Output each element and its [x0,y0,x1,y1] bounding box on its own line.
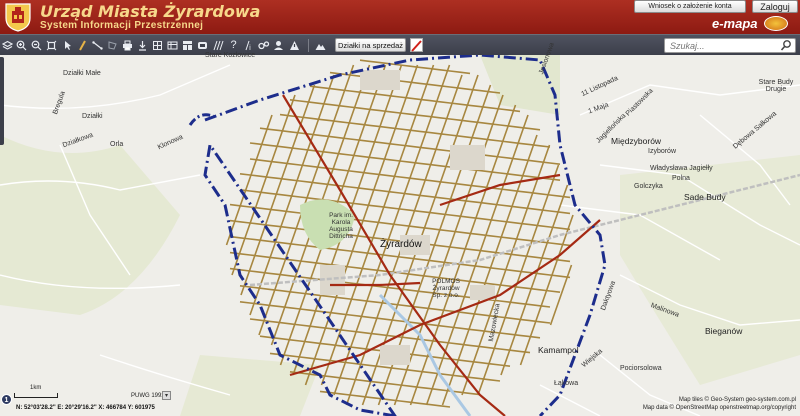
save-icon[interactable] [136,38,149,52]
pointer-icon[interactable] [61,38,74,52]
info-button[interactable]: 1 [1,394,12,405]
coordinates-readout: N: 52°03'28.2" E: 20°29'16.2" X: 466784 … [16,405,155,411]
measure-line-icon[interactable] [91,38,104,52]
map-toolbar: ? i Działki na sprzedaż [0,34,800,55]
help-icon[interactable]: ? [227,38,240,52]
hatch-icon[interactable] [212,38,225,52]
label-wladyslawa: Władysława Jagiełły [650,165,713,172]
city-crest-logo [5,3,31,32]
label-polmos: POLMOS Żyrardów Sp. z o.o. [432,278,460,299]
side-panel-toggle[interactable] [0,57,4,145]
map-canvas [0,55,800,416]
pen-icon[interactable] [76,38,89,52]
label-dzialki-male: Działki Małe [63,70,101,77]
label-zyrardow: Żyrardów [380,239,422,250]
emapa-brand: e-mapa [712,16,758,31]
apply-account-button[interactable]: Wniosek o założenie konta [634,0,746,13]
label-stare-budy: Stare Budy Drugie [758,79,794,93]
map-view[interactable]: Stare Kozłowice Działki Małe Działki Bre… [0,42,800,416]
label-kamampol: Kamampol [538,345,579,355]
label-izyborow: Izyborów [648,148,677,155]
tools-icon[interactable] [257,38,270,52]
layers-icon[interactable] [1,38,14,52]
label-dzialki: Działki [82,113,103,120]
plots-for-sale-button[interactable]: Działki na sprzedaż [335,38,406,52]
table-icon[interactable] [181,38,194,52]
label-bieganow: Bieganów [705,326,743,336]
label-orla: Orla [110,141,124,148]
credits-tiles: Map tiles © Geo-System geo-system.com.pl [678,397,796,403]
zoom-extent-icon[interactable] [45,38,58,52]
label-miedzyborow: Międzyborów [611,136,662,146]
login-button[interactable]: Zaloguj [752,0,798,13]
label-park: Park im. Karola Augusta Dittricha [329,212,353,240]
scale-bar [14,393,58,398]
layers-panel-icon[interactable] [272,38,285,52]
label-lakowa: Łąkowa [554,380,579,387]
print-icon[interactable] [121,38,134,52]
label-stare-kozlowice: Stare Kozłowice [205,52,256,59]
measure-area-icon[interactable] [106,38,119,52]
search-input[interactable] [670,40,778,52]
app-header: Urząd Miasta Żyrardowa System Informacji… [0,0,800,34]
credits-data: Map data © OpenStreetMap openstreetmap.o… [642,405,796,411]
app-subtitle: System Informacji Przestrzennej [40,20,204,31]
label-sade-budy: Sade Budy [684,192,726,202]
export-icon[interactable] [196,38,209,52]
svg-text:i: i [249,44,251,51]
label-golczyka: Golczyka [634,183,663,190]
scale-label: 1km [30,385,42,391]
crs-dropdown-button[interactable]: ▾ [162,391,171,400]
area-icon[interactable] [151,38,164,52]
map-credits: Map tiles © Geo-System geo-system.com.pl… [643,396,796,412]
label-polna: Polna [672,175,690,182]
mountain-icon[interactable] [314,38,327,52]
search-icon[interactable] [780,39,792,52]
search-box [664,38,796,53]
crs-label: PUWG 1992 [131,393,165,399]
no-sign-icon[interactable] [410,38,423,52]
toolbar-separator [308,39,309,52]
emapa-logo-icon [764,16,788,31]
zoom-in-icon[interactable] [15,38,28,52]
label-pociorsolowa: Pociorsolowa [620,365,662,372]
info-icon[interactable]: i [242,38,255,52]
zoom-out-icon[interactable] [30,38,43,52]
app: Urząd Miasta Żyrardowa System Informacji… [0,0,800,416]
warning-icon[interactable] [288,38,301,52]
app-title: Urząd Miasta Żyrardowa [40,2,261,21]
grid-icon[interactable] [166,38,179,52]
